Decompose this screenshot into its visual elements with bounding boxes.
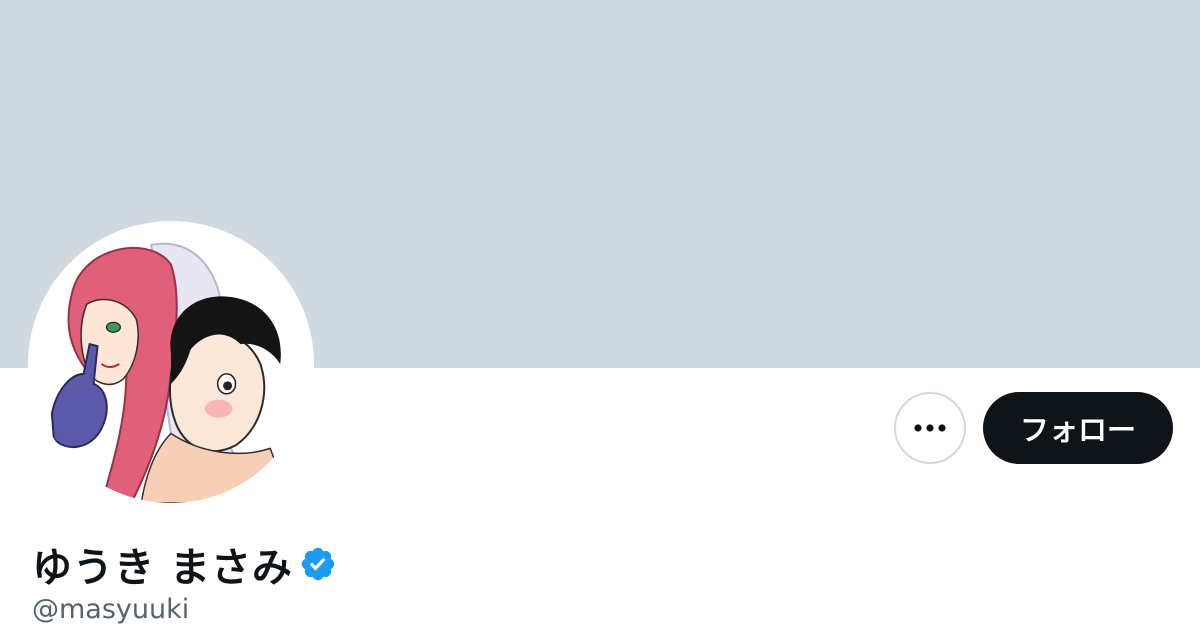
- follow-button[interactable]: フォロー: [983, 392, 1173, 464]
- more-options-button[interactable]: [894, 392, 966, 464]
- follow-button-label: フォロー: [1019, 413, 1136, 447]
- user-handle: @masyuuki: [32, 594, 190, 625]
- verified-badge-icon[interactable]: [299, 545, 337, 583]
- more-dots-icon: [914, 424, 946, 432]
- profile-avatar[interactable]: [28, 221, 314, 507]
- manga-characters-avatar-icon: [32, 225, 310, 503]
- profile-header: フォロー ゆうき まさみ @masyuuki: [0, 0, 1200, 629]
- display-name-row: ゆうき まさみ: [32, 536, 337, 592]
- display-name: ゆうき まさみ: [32, 545, 293, 591]
